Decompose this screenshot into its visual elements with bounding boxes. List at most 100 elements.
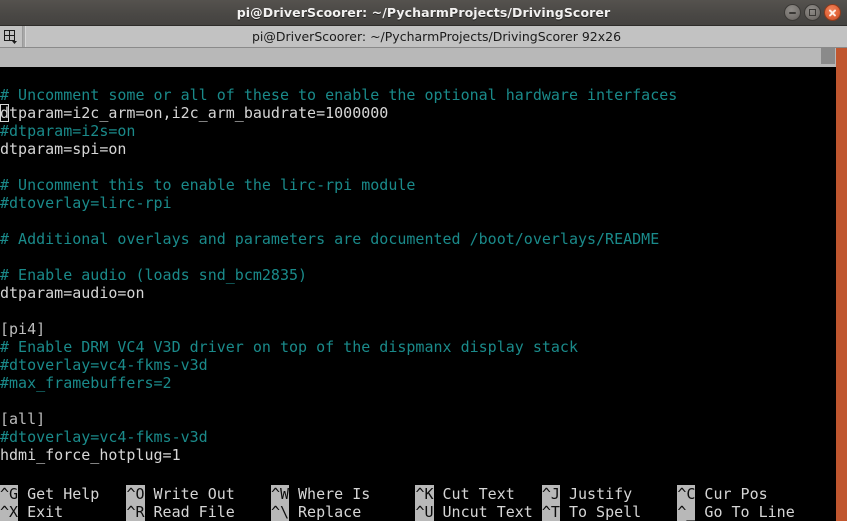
shortcut-key[interactable]: ^U <box>415 503 434 521</box>
editor-line-text: [all] <box>0 410 46 428</box>
editor-line: dtparam=i2c_arm=on,i2c_arm_baudrate=1000… <box>0 104 836 122</box>
terminal-screen[interactable]: GNU nano 3.2 /boot/config.txt # Uncommen… <box>0 48 836 521</box>
editor-line-text: dtparam=audio=on <box>0 284 145 302</box>
shortcut-label[interactable]: Get Help <box>18 485 99 503</box>
editor-line: #dtoverlay=lirc-rpi <box>0 194 836 212</box>
shortcut-key[interactable]: ^W <box>270 485 289 503</box>
shortcut-label[interactable]: Replace <box>289 503 361 521</box>
maximize-icon <box>809 9 816 16</box>
text-cursor: d <box>0 104 10 122</box>
editor-line-text: #dtoverlay=lirc-rpi <box>0 194 172 212</box>
tab-list-button[interactable] <box>0 26 23 47</box>
shortcut-label[interactable]: Uncut Text <box>434 503 533 521</box>
shortcut-spacer <box>370 485 415 503</box>
shortcut-spacer <box>99 485 126 503</box>
shortcut-row: ^X Exit ^R Read File ^\ Replace ^U Uncut… <box>0 503 836 521</box>
editor-line-text <box>0 212 9 230</box>
window-titlebar[interactable]: pi@DriverScoorer: ~/PycharmProjects/Driv… <box>0 0 847 26</box>
shortcut-key[interactable]: ^J <box>541 485 560 503</box>
shortcut-key[interactable]: ^G <box>0 485 19 503</box>
editor-line <box>0 302 836 320</box>
editor-line-text <box>0 464 9 482</box>
shortcut-spacer <box>235 503 271 521</box>
editor-line-text <box>0 158 9 176</box>
minimize-button[interactable] <box>784 4 801 21</box>
shortcut-label[interactable]: Where Is <box>289 485 370 503</box>
editor-line <box>0 248 836 266</box>
shortcut-key[interactable]: ^T <box>541 503 560 521</box>
editor-line: # Uncomment this to enable the lirc-rpi … <box>0 176 836 194</box>
minimize-icon <box>789 11 796 14</box>
terminal-tabbar: pi@DriverScoorer: ~/PycharmProjects/Driv… <box>0 26 847 48</box>
terminal-tab[interactable]: pi@DriverScoorer: ~/PycharmProjects/Driv… <box>26 26 847 47</box>
editor-line-text: hdmi_force_hotplug=1 <box>0 446 181 464</box>
editor-line: # Uncomment some or all of these to enab… <box>0 86 836 104</box>
editor-line: dtparam=audio=on <box>0 284 836 302</box>
window-controls <box>784 4 841 21</box>
shortcut-key[interactable]: ^K <box>415 485 434 503</box>
editor-line: #dtoverlay=vc4-fkms-v3d <box>0 356 836 374</box>
editor-line-text: #dtparam=i2s=on <box>0 122 136 140</box>
shortcut-row: ^G Get Help ^O Write Out ^W Where Is ^K … <box>0 485 836 503</box>
editor-line-text: #dtoverlay=vc4-fkms-v3d <box>0 356 208 374</box>
shortcut-spacer <box>641 503 677 521</box>
shortcut-label[interactable]: Exit <box>18 503 63 521</box>
shortcut-label[interactable]: Write Out <box>145 485 235 503</box>
shortcut-label[interactable]: Read File <box>145 503 235 521</box>
maximize-button[interactable] <box>804 4 821 21</box>
shortcut-key[interactable]: ^\ <box>270 503 289 521</box>
editor-line: # Enable audio (loads snd_bcm2835) <box>0 266 836 284</box>
shortcut-key[interactable]: ^_ <box>677 503 696 521</box>
terminal-tab-label: pi@DriverScoorer: ~/PycharmProjects/Driv… <box>251 29 622 44</box>
editor-line-text: dtparam=spi=on <box>0 140 127 158</box>
editor-line: [all] <box>0 410 836 428</box>
editor-line-text: # Enable DRM VC4 V3D driver on top of th… <box>0 338 578 356</box>
editor-line: #max_framebuffers=2 <box>0 374 836 392</box>
shortcut-label[interactable]: Cut Text <box>434 485 515 503</box>
editor-line: # Enable DRM VC4 V3D driver on top of th… <box>0 338 836 356</box>
shortcut-key[interactable]: ^C <box>677 485 696 503</box>
editor-line-text: #max_framebuffers=2 <box>0 374 172 392</box>
editor-line-text: [pi4] <box>0 320 46 338</box>
shortcut-label[interactable]: Go To Line <box>695 503 794 521</box>
shortcut-spacer <box>361 503 415 521</box>
shortcut-label[interactable]: To Spell <box>560 503 641 521</box>
editor-line-text <box>0 302 9 320</box>
shortcut-spacer <box>515 485 542 503</box>
shortcut-label[interactable]: Cur Pos <box>695 485 767 503</box>
shortcut-key[interactable]: ^X <box>0 503 19 521</box>
nano-editor-buffer[interactable]: # Uncomment some or all of these to enab… <box>0 86 836 482</box>
editor-line-text: # Additional overlays and parameters are… <box>0 230 660 248</box>
shortcut-key[interactable]: ^O <box>126 485 145 503</box>
shortcut-spacer <box>235 485 271 503</box>
editor-line <box>0 392 836 410</box>
window-accent-strip <box>836 48 847 521</box>
editor-line: dtparam=spi=on <box>0 140 836 158</box>
editor-line: #dtparam=i2s=on <box>0 122 836 140</box>
close-icon <box>828 8 837 17</box>
window-title: pi@DriverScoorer: ~/PycharmProjects/Driv… <box>236 5 611 20</box>
shortcut-spacer <box>632 485 677 503</box>
shortcut-label[interactable]: Justify <box>560 485 632 503</box>
close-button[interactable] <box>824 4 841 21</box>
editor-line-text: tparam=i2c_arm=on,i2c_arm_baudrate=10000… <box>9 104 389 122</box>
editor-line <box>0 158 836 176</box>
tab-list-icon <box>4 29 17 44</box>
editor-line: #dtoverlay=vc4-fkms-v3d <box>0 428 836 446</box>
nano-titlebar: GNU nano 3.2 /boot/config.txt <box>0 48 836 67</box>
editor-line <box>0 464 836 482</box>
editor-line-text <box>0 392 9 410</box>
editor-line-text: # Enable audio (loads snd_bcm2835) <box>0 266 308 284</box>
editor-line: [pi4] <box>0 320 836 338</box>
shortcut-key[interactable]: ^R <box>126 503 145 521</box>
editor-line-text: #dtoverlay=vc4-fkms-v3d <box>0 428 208 446</box>
editor-line-text: # Uncomment this to enable the lirc-rpi … <box>0 176 416 194</box>
editor-line: # Additional overlays and parameters are… <box>0 230 836 248</box>
editor-line: hdmi_force_hotplug=1 <box>0 446 836 464</box>
editor-line <box>0 212 836 230</box>
shortcut-spacer <box>533 503 542 521</box>
nano-shortcut-bar: ^G Get Help ^O Write Out ^W Where Is ^K … <box>0 485 836 521</box>
editor-line-text: # Uncomment some or all of these to enab… <box>0 86 678 104</box>
shortcut-spacer <box>63 503 126 521</box>
terminal-scrollbar-thumb[interactable] <box>821 48 835 64</box>
